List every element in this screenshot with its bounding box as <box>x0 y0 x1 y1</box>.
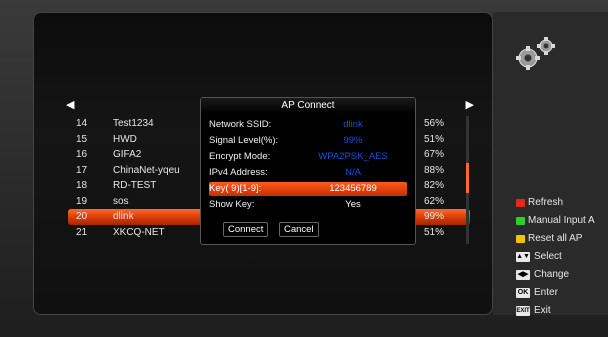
ap-number: 20 <box>76 211 88 222</box>
connect-button[interactable]: Connect <box>223 222 269 237</box>
ap-number: 17 <box>76 164 88 176</box>
ap-number: 16 <box>76 149 88 160</box>
ap-number: 21 <box>76 226 88 238</box>
legend-label: Exit <box>534 305 551 316</box>
field-ipv4-address[interactable]: IPv4 Address: N/A <box>209 166 407 180</box>
key-legend: Refresh Manual Input A Reset all AP ▲▼ S… <box>516 194 608 320</box>
legend-label: Manual Input A <box>528 215 595 226</box>
legend-label: Refresh <box>528 197 564 208</box>
ap-number: 19 <box>76 195 88 207</box>
ap-signal: 99% <box>424 211 445 222</box>
green-key-icon <box>516 217 525 225</box>
field-value: WPA2PSK_AES <box>318 151 388 162</box>
scrollbar-thumb[interactable] <box>466 163 469 193</box>
legend-enter: OK Enter <box>516 284 608 302</box>
ap-signal: 56% <box>424 118 445 129</box>
left-right-key-icon: ◀▶ <box>516 270 530 280</box>
field-label: Show Key: <box>209 199 255 210</box>
field-label: Network SSID: <box>209 119 272 130</box>
cancel-button[interactable]: Cancel <box>279 222 319 237</box>
field-label: Signal Level(%): <box>209 135 279 146</box>
settings-gears-icon <box>512 32 562 77</box>
legend-label: Change <box>534 269 570 280</box>
ap-signal: 67% <box>424 149 445 160</box>
field-label: Encrypt Mode: <box>209 151 271 162</box>
show-key-toggle[interactable]: Yes <box>299 198 407 212</box>
field-network-ssid[interactable]: Network SSID: dlink <box>209 118 407 132</box>
ap-signal: 88% <box>424 164 445 176</box>
legend-label: Select <box>534 251 562 262</box>
field-label: Key( 9)[1-9]: <box>209 183 262 194</box>
legend-refresh[interactable]: Refresh <box>516 194 608 212</box>
field-value: N/A <box>345 167 361 178</box>
legend-select: ▲▼ Select <box>516 248 608 266</box>
ap-signal: 51% <box>424 226 445 238</box>
red-key-icon <box>516 199 525 207</box>
legend-label: Enter <box>534 287 558 298</box>
exit-key-icon: EXIT <box>516 306 530 316</box>
field-show-key[interactable]: Show Key: Yes <box>209 198 407 212</box>
ap-connect-dialog: AP Connect Network SSID: dlink Signal Le… <box>200 97 416 245</box>
screen-background: ◀ ▶ 14 Test1234 56% 15 HWD 51% 16 GIFA2 67% 17 Chi… <box>0 0 608 337</box>
legend-exit: EXIT Exit <box>516 302 608 320</box>
legend-change: ◀▶ Change <box>516 266 608 284</box>
legend-label: Reset all AP <box>528 233 583 244</box>
field-encrypt-mode[interactable]: Encrypt Mode: WPA2PSK_AES <box>209 150 407 164</box>
legend-manual-input[interactable]: Manual Input A <box>516 212 608 230</box>
ap-signal: 51% <box>424 133 445 145</box>
dialog-title: AP Connect <box>201 98 415 114</box>
ap-number: 15 <box>76 133 88 145</box>
page-left-arrow-icon[interactable]: ◀ <box>66 98 74 111</box>
legend-reset-all[interactable]: Reset all AP <box>516 230 608 248</box>
ap-number: 14 <box>76 118 88 129</box>
page-right-arrow-icon[interactable]: ▶ <box>466 98 474 111</box>
ap-number: 18 <box>76 180 88 191</box>
yellow-key-icon <box>516 235 525 243</box>
field-key[interactable]: Key( 9)[1-9]: 123456789 <box>209 182 407 196</box>
ok-key-icon: OK <box>516 288 530 298</box>
field-value: 99% <box>343 135 363 146</box>
field-value: dlink <box>343 119 363 130</box>
ap-signal: 62% <box>424 195 445 207</box>
key-input[interactable]: 123456789 <box>299 182 407 196</box>
field-signal-level[interactable]: Signal Level(%): 99% <box>209 134 407 148</box>
ap-signal: 82% <box>424 180 445 191</box>
field-label: IPv4 Address: <box>209 167 268 178</box>
up-down-key-icon: ▲▼ <box>516 252 530 262</box>
